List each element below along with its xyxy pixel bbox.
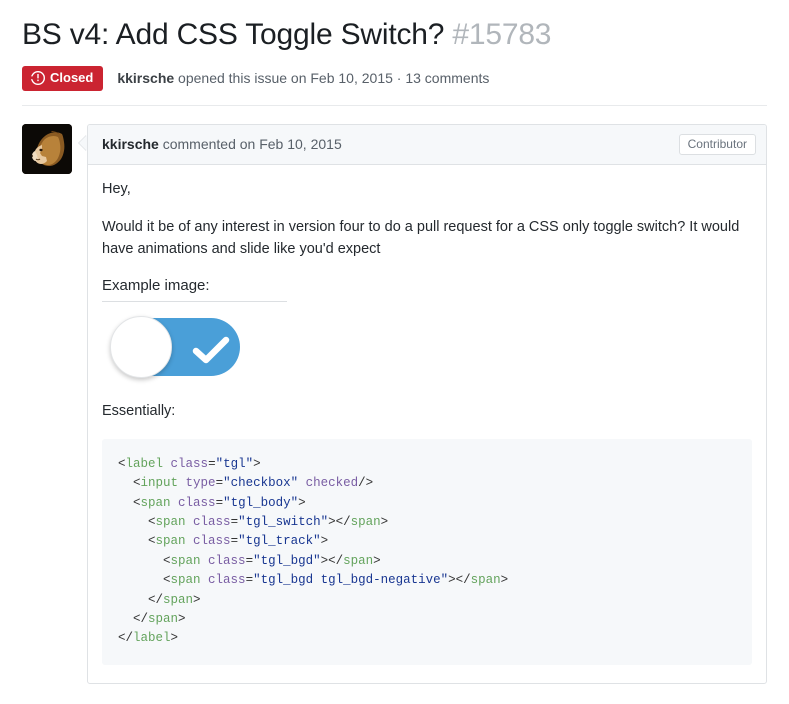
code-token: class — [193, 534, 231, 548]
code-token: = — [216, 496, 224, 510]
code-token: > — [381, 515, 389, 529]
code-token — [178, 476, 186, 490]
code-token: span — [156, 534, 186, 548]
comment-header-rest: commented on Feb 10, 2015 — [159, 136, 342, 152]
code-token: ></ — [328, 515, 351, 529]
code-token: ></ — [448, 573, 471, 587]
timeline: kkirsche commented on Feb 10, 2015 Contr… — [0, 106, 789, 684]
code-token: span — [343, 554, 373, 568]
code-token: span — [171, 573, 201, 587]
code-token: </ — [118, 612, 148, 626]
code-token: < — [118, 515, 156, 529]
code-token — [201, 573, 209, 587]
issue-meta-text: kkirsche opened this issue on Feb 10, 20… — [117, 70, 489, 86]
code-token: > — [298, 496, 306, 510]
code-token — [298, 476, 306, 490]
code-token: = — [216, 476, 224, 490]
code-block: <label class="tgl"> <input type="checkbo… — [102, 439, 752, 665]
code-token: class — [208, 554, 246, 568]
code-token: span — [156, 515, 186, 529]
code-token: = — [231, 515, 239, 529]
code-token: = — [231, 534, 239, 548]
code-token: type — [186, 476, 216, 490]
code-token: span — [141, 496, 171, 510]
code-token: span — [351, 515, 381, 529]
code-token: </ — [118, 631, 133, 645]
code-token: "tgl" — [216, 457, 254, 471]
code-token: class — [178, 496, 216, 510]
code-token: ></ — [321, 554, 344, 568]
code-token: /> — [358, 476, 373, 490]
checkmark-icon — [192, 336, 230, 373]
code-token: < — [118, 476, 141, 490]
comment-pointer-inner — [79, 135, 87, 151]
issue-closed-icon — [31, 71, 45, 85]
code-token: checked — [306, 476, 359, 490]
issue-number: #15783 — [452, 18, 551, 51]
code-token: "checkbox" — [223, 476, 298, 490]
essentially-label: Essentially: — [102, 400, 752, 422]
comment-header-text: kkirsche commented on Feb 10, 2015 — [102, 136, 342, 152]
code-token — [186, 515, 194, 529]
issue-meta-row: Closed kkirsche opened this issue on Feb… — [22, 66, 767, 91]
code-token: > — [253, 457, 261, 471]
code-token: span — [471, 573, 501, 587]
code-content: <label class="tgl"> <input type="checkbo… — [118, 457, 508, 645]
code-token: span — [163, 593, 193, 607]
code-token: "tgl_track" — [238, 534, 321, 548]
code-token: < — [118, 554, 171, 568]
code-token: span — [171, 554, 201, 568]
code-token — [186, 534, 194, 548]
code-token: input — [141, 476, 179, 490]
code-token: > — [178, 612, 186, 626]
comment-header: kkirsche commented on Feb 10, 2015 Contr… — [88, 125, 766, 165]
comment-paragraph: Would it be of any interest in version f… — [102, 216, 752, 261]
code-token: < — [118, 534, 156, 548]
code-token: "tgl_body" — [223, 496, 298, 510]
comment-wrapper: kkirsche commented on Feb 10, 2015 Contr… — [87, 124, 767, 684]
issue-author-link[interactable]: kkirsche — [117, 70, 174, 86]
code-token: = — [246, 554, 254, 568]
comment-body: Hey, Would it be of any interest in vers… — [88, 165, 766, 665]
toggle-knob — [110, 316, 172, 378]
comment-box: kkirsche commented on Feb 10, 2015 Contr… — [87, 124, 767, 684]
avatar[interactable] — [22, 124, 72, 174]
example-image-heading: Example image: — [102, 276, 287, 303]
contributor-badge: Contributor — [679, 134, 756, 155]
code-token: </ — [118, 593, 163, 607]
code-token: > — [193, 593, 201, 607]
code-token: span — [148, 612, 178, 626]
code-token — [163, 457, 171, 471]
code-token: < — [118, 573, 171, 587]
code-token — [171, 496, 179, 510]
code-token: < — [118, 457, 126, 471]
code-token: > — [373, 554, 381, 568]
code-token — [201, 554, 209, 568]
code-token: > — [501, 573, 509, 587]
code-token: < — [118, 496, 141, 510]
code-token: class — [208, 573, 246, 587]
code-token: label — [126, 457, 164, 471]
issue-title-text: BS v4: Add CSS Toggle Switch? — [22, 18, 444, 51]
status-badge: Closed — [22, 66, 103, 91]
code-token: > — [171, 631, 179, 645]
code-token: = — [208, 457, 216, 471]
code-token: "tgl_switch" — [238, 515, 328, 529]
code-token: = — [246, 573, 254, 587]
code-token: > — [321, 534, 329, 548]
code-token: label — [133, 631, 171, 645]
status-badge-label: Closed — [50, 71, 93, 84]
issue-header: BS v4: Add CSS Toggle Switch? #15783 Clo… — [0, 0, 789, 91]
page-title: BS v4: Add CSS Toggle Switch? #15783 — [22, 16, 767, 54]
code-token: class — [193, 515, 231, 529]
issue-meta-rest: opened this issue on Feb 10, 2015 · 13 c… — [174, 70, 489, 86]
comment-author-link[interactable]: kkirsche — [102, 136, 159, 152]
code-token: "tgl_bgd tgl_bgd-negative" — [253, 573, 448, 587]
code-token: "tgl_bgd" — [253, 554, 321, 568]
comment-paragraph: Hey, — [102, 178, 752, 200]
code-token: class — [171, 457, 209, 471]
toggle-switch-image — [110, 316, 240, 378]
